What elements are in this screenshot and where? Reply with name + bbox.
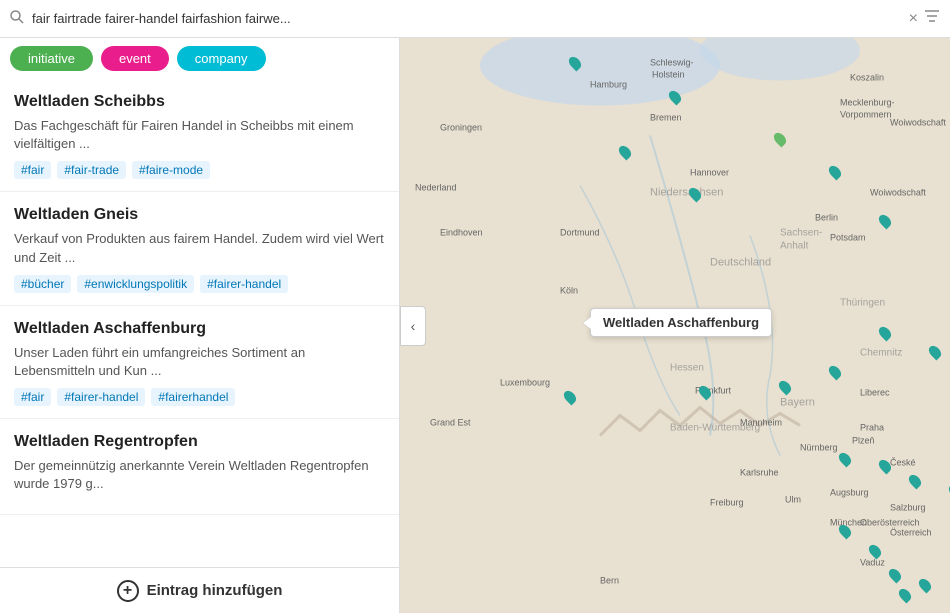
add-entry-footer[interactable]: + Eintrag hinzufügen xyxy=(0,567,399,613)
result-title: Weltladen Regentropfen xyxy=(14,433,385,451)
chevron-left-icon: ‹ xyxy=(411,318,416,334)
svg-text:Freiburg: Freiburg xyxy=(710,498,744,508)
svg-text:Woiwodschaft: Woiwodschaft xyxy=(890,118,946,128)
map-tooltip: Weltladen Aschaffenburg xyxy=(590,308,772,337)
result-title: Weltladen Gneis xyxy=(14,206,385,224)
svg-text:Augsburg: Augsburg xyxy=(830,488,869,498)
svg-text:České: České xyxy=(890,458,916,468)
svg-text:Chemnitz: Chemnitz xyxy=(860,348,902,359)
svg-text:Dortmund: Dortmund xyxy=(560,228,600,238)
search-clear-button[interactable]: × xyxy=(909,10,918,28)
tag: #fairerhandel xyxy=(151,388,235,406)
result-tags: #fair #fair-trade #faire-mode xyxy=(14,161,385,179)
result-item[interactable]: Weltladen Gneis Verkauf von Produkten au… xyxy=(0,192,399,305)
map-collapse-button[interactable]: ‹ xyxy=(400,306,426,346)
svg-text:Vaduz: Vaduz xyxy=(860,558,885,568)
result-item[interactable]: Weltladen Regentropfen Der gemeinnützig … xyxy=(0,419,399,514)
main-content: initiative event company Weltladen Schei… xyxy=(0,38,950,613)
svg-text:Vorpommern: Vorpommern xyxy=(840,110,892,120)
tab-initiative[interactable]: initiative xyxy=(10,46,93,71)
tag: #fair xyxy=(14,161,51,179)
svg-text:Grand Est: Grand Est xyxy=(430,418,471,428)
svg-text:Koszalin: Koszalin xyxy=(850,73,884,83)
search-bar: fair fairtrade fairer-handel fairfashion… xyxy=(0,0,950,38)
svg-text:Anhalt: Anhalt xyxy=(780,241,809,252)
svg-text:Köln: Köln xyxy=(560,286,578,296)
svg-text:Groningen: Groningen xyxy=(440,123,482,133)
svg-text:Berlin: Berlin xyxy=(815,213,838,223)
search-query: fair fairtrade fairer-handel fairfashion… xyxy=(32,11,903,26)
filter-tabs: initiative event company xyxy=(0,38,399,79)
tag: #enwicklungspolitik xyxy=(77,275,194,293)
add-entry-label: Eintrag hinzufügen xyxy=(147,582,283,599)
svg-text:Ulm: Ulm xyxy=(785,495,801,505)
search-filter-button[interactable] xyxy=(924,9,940,28)
svg-text:Liberec: Liberec xyxy=(860,388,890,398)
tab-event[interactable]: event xyxy=(101,46,169,71)
svg-text:Karlsruhe: Karlsruhe xyxy=(740,468,779,478)
svg-text:Nederland: Nederland xyxy=(415,183,457,193)
svg-text:Mecklenburg-: Mecklenburg- xyxy=(840,98,895,108)
svg-text:Eindhoven: Eindhoven xyxy=(440,228,483,238)
result-description: Unser Laden führt ein umfangreiches Sort… xyxy=(14,344,385,380)
tab-company[interactable]: company xyxy=(177,46,266,71)
svg-text:Österreich: Österreich xyxy=(890,528,932,538)
results-list: Weltladen Scheibbs Das Fachgeschäft für … xyxy=(0,79,399,567)
result-description: Das Fachgeschäft für Fairen Handel in Sc… xyxy=(14,117,385,153)
tag: #fair-trade xyxy=(57,161,126,179)
search-icon xyxy=(10,10,24,28)
tag: #fairer-handel xyxy=(200,275,288,293)
result-tags: #fair #fairer-handel #fairerhandel xyxy=(14,388,385,406)
svg-text:Hannover: Hannover xyxy=(690,168,729,178)
svg-text:Woiwodschaft: Woiwodschaft xyxy=(870,188,926,198)
tag: #faire-mode xyxy=(132,161,210,179)
svg-text:Bern: Bern xyxy=(600,576,619,586)
result-item[interactable]: Weltladen Aschaffenburg Unser Laden führ… xyxy=(0,306,399,419)
result-item[interactable]: Weltladen Scheibbs Das Fachgeschäft für … xyxy=(0,79,399,192)
svg-text:Nürnberg: Nürnberg xyxy=(800,443,838,453)
svg-text:Bayern: Bayern xyxy=(780,397,815,409)
svg-text:Oberösterreich: Oberösterreich xyxy=(860,518,920,528)
svg-text:Hessen: Hessen xyxy=(670,363,704,374)
svg-text:Luxembourg: Luxembourg xyxy=(500,378,550,388)
svg-text:Plzeň: Plzeň xyxy=(852,436,875,446)
left-panel: initiative event company Weltladen Schei… xyxy=(0,38,400,613)
svg-text:Deutschland: Deutschland xyxy=(710,257,771,269)
map-area: Niedersachsen Deutschland Sachsen- Anhal… xyxy=(400,38,950,613)
result-tags: #bücher #enwicklungspolitik #fairer-hand… xyxy=(14,275,385,293)
result-description: Verkauf von Produkten aus fairem Handel.… xyxy=(14,230,385,266)
svg-text:Praha: Praha xyxy=(860,423,884,433)
svg-text:Hamburg: Hamburg xyxy=(590,80,627,90)
result-title: Weltladen Scheibbs xyxy=(14,93,385,111)
tag: #bücher xyxy=(14,275,71,293)
tag: #fairer-handel xyxy=(57,388,145,406)
svg-text:Mannheim: Mannheim xyxy=(740,418,782,428)
tag: #fair xyxy=(14,388,51,406)
result-description: Der gemeinnützig anerkannte Verein Weltl… xyxy=(14,457,385,493)
svg-text:Salzburg: Salzburg xyxy=(890,503,926,513)
map-tooltip-label: Weltladen Aschaffenburg xyxy=(603,315,759,330)
svg-text:Sachsen-: Sachsen- xyxy=(780,228,822,239)
result-title: Weltladen Aschaffenburg xyxy=(14,320,385,338)
svg-text:Niedersachsen: Niedersachsen xyxy=(650,187,723,199)
svg-text:Potsdam: Potsdam xyxy=(830,233,866,243)
svg-text:Bremen: Bremen xyxy=(650,113,682,123)
svg-text:Thüringen: Thüringen xyxy=(840,298,885,309)
svg-text:Schleswig-: Schleswig- xyxy=(650,58,694,68)
add-circle-icon: + xyxy=(117,580,139,602)
svg-text:Holstein: Holstein xyxy=(652,70,685,80)
